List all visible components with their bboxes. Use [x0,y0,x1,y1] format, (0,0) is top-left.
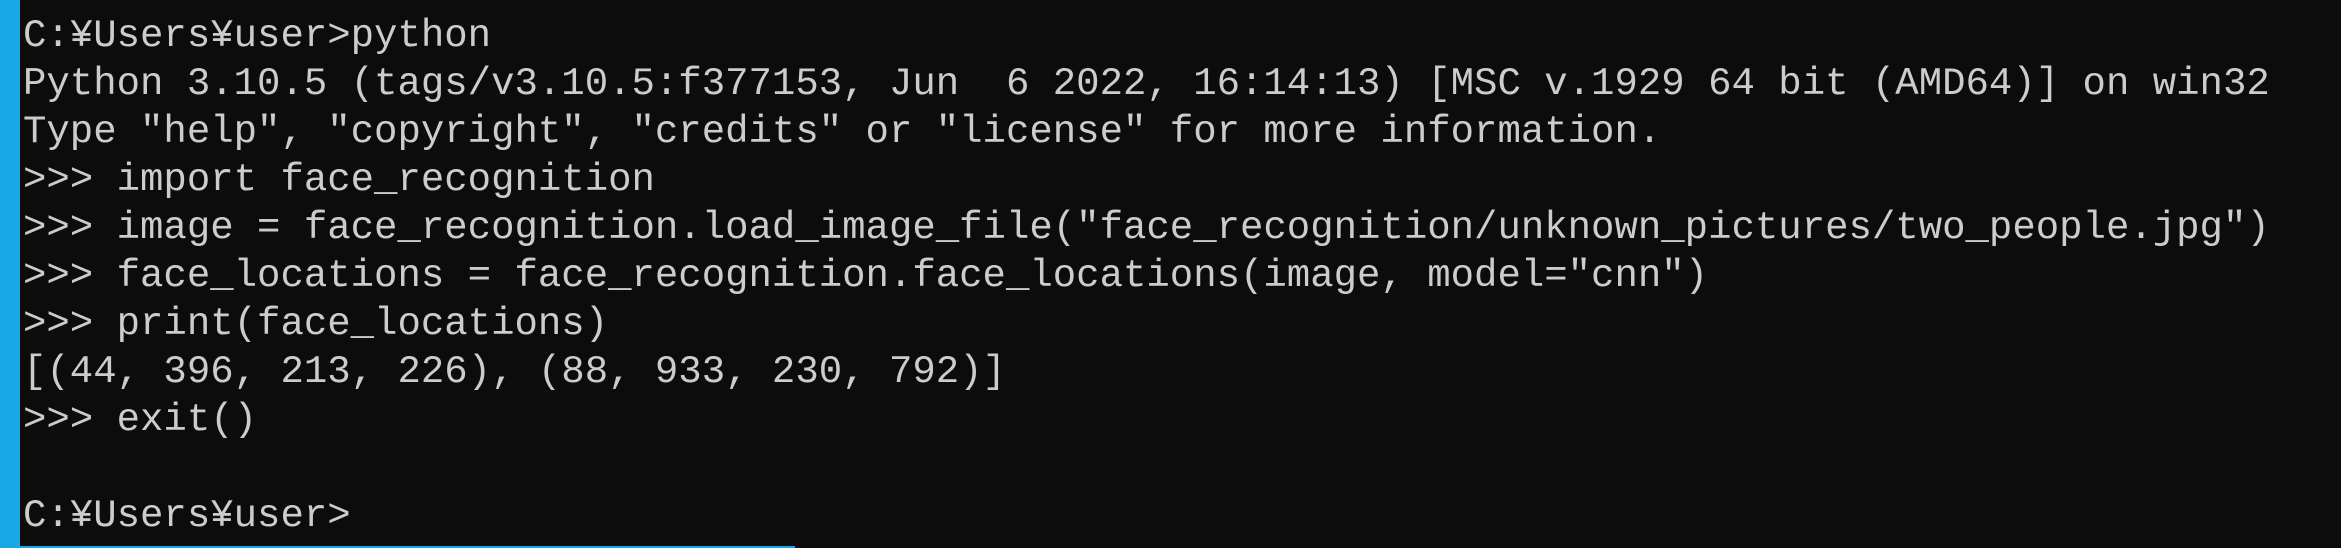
terminal-output[interactable]: C:¥Users¥user>python Python 3.10.5 (tags/… [23,12,2341,540]
console-line-print: >>> print(face_locations) [23,302,609,346]
console-line-blank [23,444,2341,492]
console-line-result: [(44, 396, 213, 226), (88, 933, 230, 792… [23,350,1006,394]
console-line-python-version: Python 3.10.5 (tags/v3.10.5:f377153, Jun… [23,62,2270,106]
console-line-face-locations: >>> face_locations = face_recognition.fa… [23,254,1709,298]
window-left-border [0,0,20,548]
console-line-import: >>> import face_recognition [23,158,655,202]
console-line-prompt-command: C:¥Users¥user>python [23,14,492,58]
console-line-help-info: Type "help", "copyright", "credits" or "… [23,110,1662,154]
console-line-exit: >>> exit() [23,398,258,442]
console-line-load-image: >>> image = face_recognition.load_image_… [23,206,2270,250]
console-line-current-prompt[interactable]: C:¥Users¥user> [23,492,2341,540]
